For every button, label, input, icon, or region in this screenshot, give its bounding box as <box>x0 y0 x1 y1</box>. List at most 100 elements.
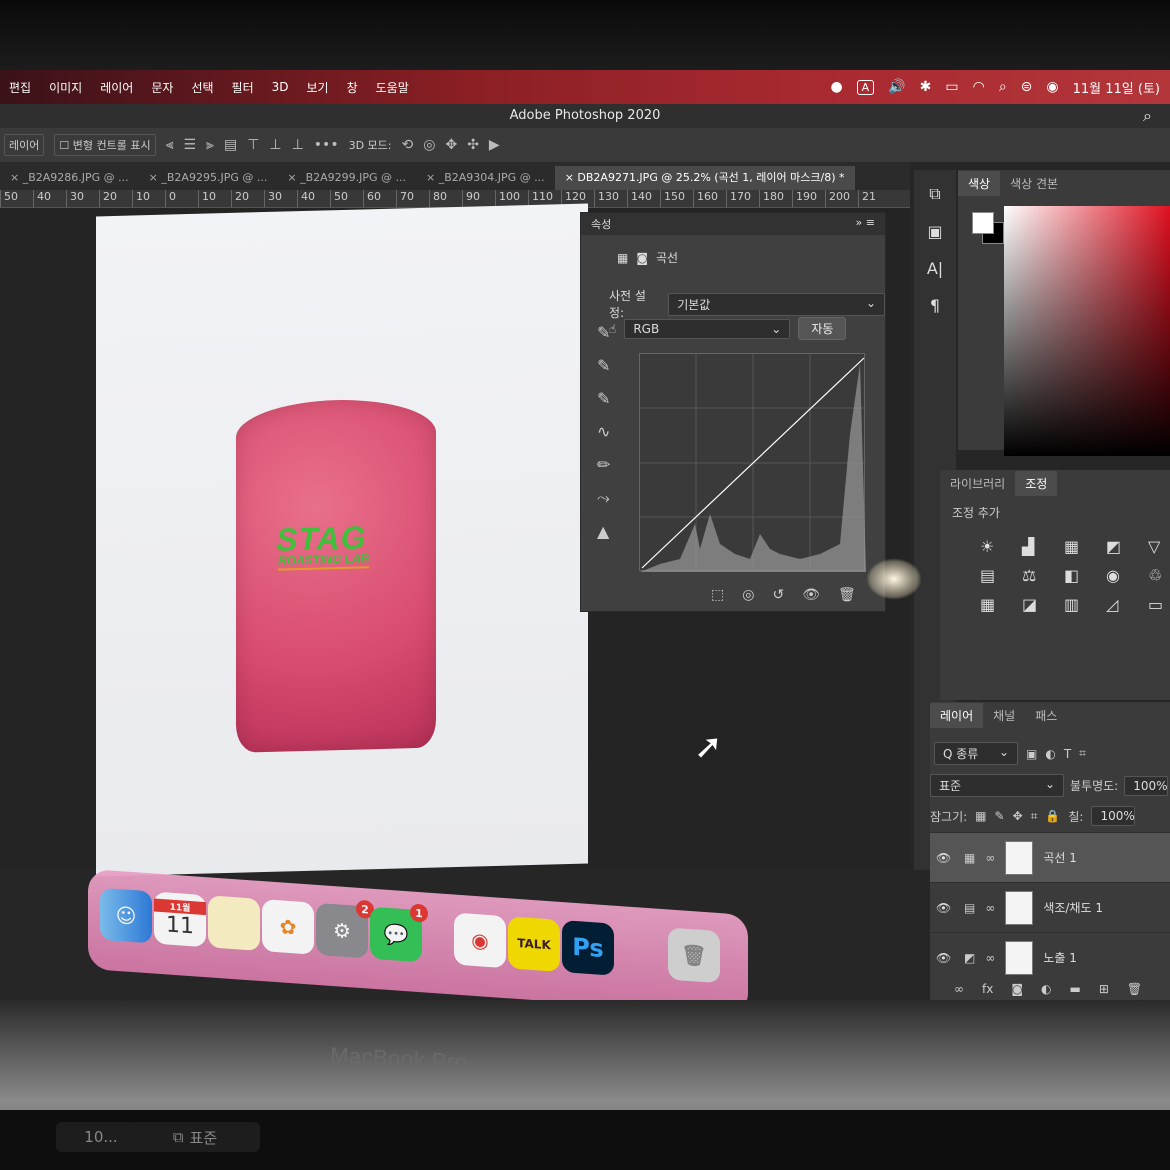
smooth-icon[interactable]: ⤳ <box>597 488 610 508</box>
doc-tab[interactable]: × _B2A9304.JPG @ ... <box>416 166 555 190</box>
tab-layers[interactable]: 레이어 <box>930 702 984 728</box>
visibility-eye-icon[interactable]: 👁 <box>936 901 954 915</box>
filter-adjustment-icon[interactable]: ◐ <box>1045 747 1055 761</box>
view-previous-icon[interactable]: ◎ <box>742 587 754 603</box>
clip-to-layer-icon[interactable]: ⬚ <box>711 587 724 603</box>
align-left-icon[interactable]: ⫷ <box>166 137 174 153</box>
trash-icon[interactable]: 🗑 <box>668 927 720 984</box>
history-icon[interactable]: ⧉ <box>929 184 940 204</box>
photo-filter-icon[interactable]: ◉ <box>1106 566 1134 585</box>
tab-libraries[interactable]: 라이브러리 <box>940 471 1015 496</box>
menu-help[interactable]: 도움말 <box>367 79 418 96</box>
spotlight-search-icon[interactable]: ⌕ <box>999 79 1007 95</box>
notes-icon[interactable] <box>208 895 260 951</box>
visibility-eye-icon[interactable]: 👁 <box>936 951 954 965</box>
gray-eyedropper-icon[interactable]: ✎ <box>597 356 610 375</box>
filter-shape-icon[interactable]: ⌗ <box>1079 746 1086 761</box>
channel-mixer-icon[interactable]: ♲ <box>1148 566 1170 585</box>
foreground-color-swatch[interactable] <box>972 212 994 234</box>
layer-name[interactable]: 노출 1 <box>1043 949 1077 966</box>
tab-paths[interactable]: 패스 <box>1025 703 1067 728</box>
delete-icon[interactable]: 🗑 <box>838 587 856 603</box>
layer-name[interactable]: 곡선 1 <box>1043 849 1077 866</box>
finder-icon[interactable]: ☺ <box>100 887 152 944</box>
panel-collapse-icon[interactable]: » ≡ <box>856 216 875 232</box>
3d-roll-icon[interactable]: ◎ <box>423 137 435 153</box>
new-group-icon[interactable]: ▬ <box>1069 982 1080 996</box>
menu-layer[interactable]: 레이어 <box>91 79 142 96</box>
layer-mask-thumbnail[interactable] <box>1005 890 1034 925</box>
3d-orbit-icon[interactable]: ⟲ <box>402 137 414 153</box>
doc-tab-active[interactable]: × DB2A9271.JPG @ 25.2% (곡선 1, 레이어 마스크/8)… <box>554 166 855 190</box>
layer-filter-dropdown[interactable]: Q 종류 ⌄ <box>934 742 1018 765</box>
align-bottom-icon[interactable]: ⊥ <box>292 137 304 153</box>
more-options-icon[interactable]: ••• <box>314 137 339 153</box>
filter-pixel-icon[interactable]: ▣ <box>1026 747 1037 761</box>
hue-saturation-icon[interactable]: ▤ <box>980 566 1008 585</box>
lock-position-icon[interactable]: ✥ <box>1013 809 1023 823</box>
lock-all-icon[interactable]: 🔒 <box>1045 809 1060 823</box>
layer-row[interactable]: 👁 ◩ ∞ 노출 1 <box>930 932 1170 982</box>
curves-icon[interactable]: ▦ <box>1064 537 1092 556</box>
menu-3d[interactable]: 3D <box>263 80 298 94</box>
bluetooth-icon[interactable]: ✱ <box>920 79 932 95</box>
system-settings-icon[interactable]: ⚙ 2 <box>316 899 374 959</box>
auto-button[interactable]: 자동 <box>798 317 847 340</box>
menu-window[interactable]: 창 <box>338 79 367 96</box>
gradient-map-icon[interactable]: ▭ <box>1148 595 1170 614</box>
layer-style-icon[interactable]: fx <box>982 982 993 996</box>
3d-slide-icon[interactable]: ✣ <box>467 137 479 153</box>
wifi-icon[interactable]: ◠ <box>973 79 985 95</box>
character-icon[interactable]: A| <box>927 259 943 278</box>
new-layer-icon[interactable]: ⊞ <box>1099 982 1109 996</box>
lock-artboard-icon[interactable]: ⌗ <box>1031 809 1038 824</box>
layer-name[interactable]: 색조/채도 1 <box>1043 899 1103 916</box>
menu-edit[interactable]: 편집 <box>0 79 40 96</box>
align-middle-icon[interactable]: ⊥ <box>269 137 281 153</box>
histogram-warning-icon[interactable]: ▲ <box>597 522 610 541</box>
volume-icon[interactable]: 🔊 <box>888 79 905 95</box>
curve-points-icon[interactable]: ∿ <box>597 422 610 441</box>
align-top-icon[interactable]: ⊤ <box>247 137 259 153</box>
reset-icon[interactable]: ↺ <box>772 587 784 603</box>
paragraph-icon[interactable]: ¶ <box>930 296 940 315</box>
blend-mode-dropdown[interactable]: 표준 ⌄ <box>930 774 1064 797</box>
chrome-icon[interactable]: ◉ <box>454 912 506 969</box>
battery-icon[interactable]: ▭ <box>945 79 958 95</box>
fill-field[interactable]: 100% <box>1091 806 1136 826</box>
menubar-datetime[interactable]: 11월 11일 (토) <box>1073 78 1160 97</box>
doc-tab[interactable]: × _B2A9299.JPG @ ... <box>277 166 416 190</box>
tab-adjustments[interactable]: 조정 <box>1015 470 1058 496</box>
distribute-icon[interactable]: ▤ <box>224 137 237 153</box>
kakaotalk-icon[interactable]: TALK <box>508 916 560 972</box>
white-eyedropper-icon[interactable]: ✎ <box>597 389 610 408</box>
touchbar-input-mode[interactable]: ⧉ 표준 <box>130 1122 260 1152</box>
3d-drag-icon[interactable]: ✥ <box>445 137 457 153</box>
posterize-icon[interactable]: ▥ <box>1064 595 1092 614</box>
color-picker-field[interactable] <box>1004 206 1170 456</box>
levels-icon[interactable]: ▟ <box>1022 537 1050 556</box>
notification-icon[interactable]: ● <box>830 79 842 95</box>
curves-graph[interactable] <box>639 353 866 572</box>
show-transform-checkbox[interactable]: ☐ 변형 컨트롤 표시 <box>54 134 156 156</box>
pencil-icon[interactable]: ✏ <box>597 455 610 474</box>
layer-row[interactable]: 👁 ▤ ∞ 색조/채도 1 <box>930 882 1170 932</box>
new-adjustment-icon[interactable]: ◐ <box>1041 982 1051 996</box>
layer-mask-thumbnail[interactable] <box>1005 840 1034 875</box>
control-center-icon[interactable]: ⊜ <box>1021 79 1033 95</box>
link-layers-icon[interactable]: ∞ <box>954 982 964 996</box>
invert-icon[interactable]: ◪ <box>1022 595 1050 614</box>
tab-channels[interactable]: 채널 <box>983 703 1025 728</box>
menu-image[interactable]: 이미지 <box>40 79 91 96</box>
doc-tab[interactable]: × _B2A9295.JPG @ ... <box>139 166 278 190</box>
document-image[interactable]: STAG ROASTING LAB <box>96 203 588 877</box>
preset-dropdown[interactable]: 기본값 ⌄ <box>668 292 885 316</box>
black-eyedropper-icon[interactable]: ✎ <box>597 323 610 342</box>
search-icon[interactable]: ⌕ <box>1143 104 1152 128</box>
align-center-icon[interactable]: ☰ <box>183 137 196 153</box>
vibrance-icon[interactable]: ▽ <box>1148 537 1170 556</box>
photos-icon[interactable]: ✿ <box>262 899 314 955</box>
menu-filter[interactable]: 필터 <box>223 79 263 96</box>
menu-type[interactable]: 문자 <box>142 79 182 96</box>
add-mask-icon[interactable]: ◙ <box>1011 982 1023 996</box>
